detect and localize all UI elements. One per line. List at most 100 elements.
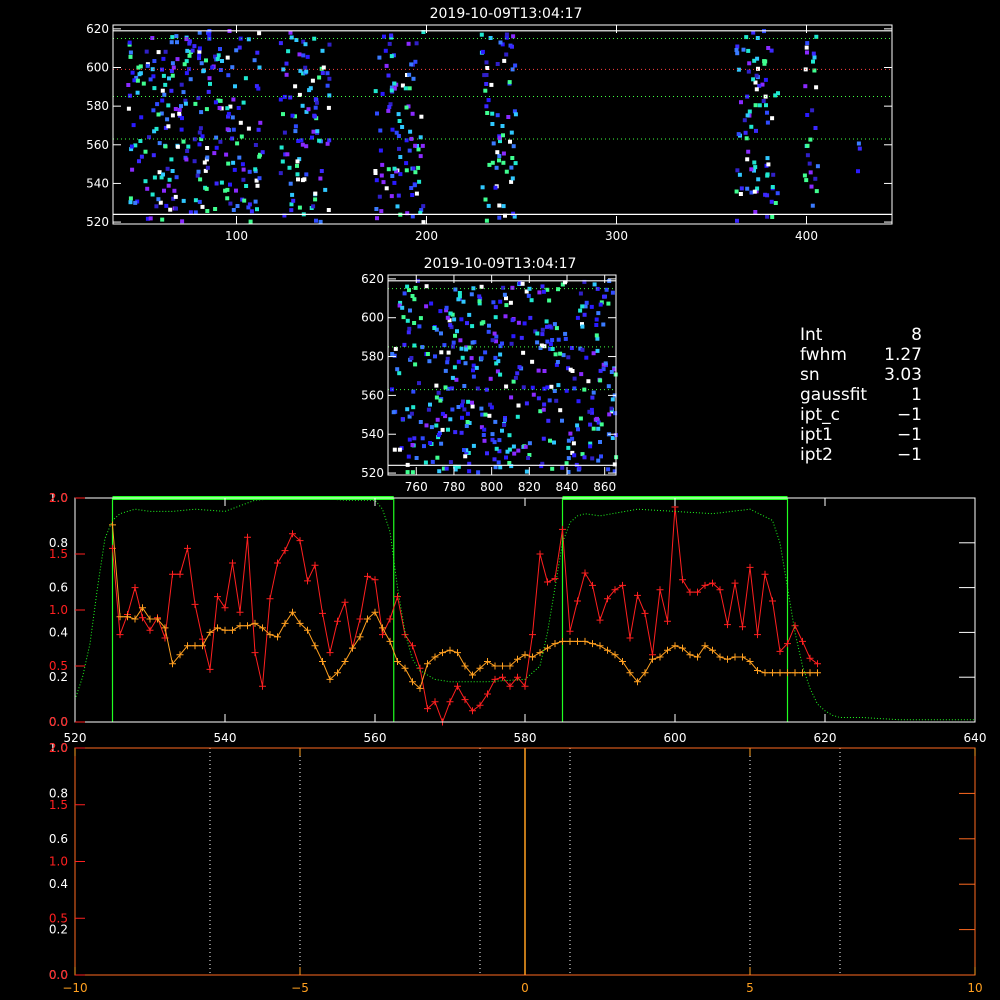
detector-pixel xyxy=(405,470,410,475)
detector-pixel xyxy=(474,365,479,370)
x-tick-label: 400 xyxy=(795,229,818,243)
detector-pixel xyxy=(169,88,174,93)
detector-pixel xyxy=(598,378,603,383)
detector-pixel xyxy=(435,455,440,460)
detector-pixel xyxy=(386,73,391,78)
detector-pixel xyxy=(389,33,394,38)
detector-pixel xyxy=(598,440,602,444)
detector-pixel xyxy=(459,430,464,435)
detector-pixel xyxy=(257,65,262,70)
detector-pixel xyxy=(406,454,411,459)
detector-pixel xyxy=(231,208,236,212)
detector-pixel xyxy=(312,36,317,41)
detector-pixel xyxy=(208,81,212,86)
detector-pixel xyxy=(471,374,476,379)
detector-pixel xyxy=(510,156,515,160)
detector-pixel xyxy=(247,169,252,174)
detector-pixel xyxy=(498,299,503,304)
detector-pixel xyxy=(498,40,503,45)
detector-pixel xyxy=(519,335,524,340)
detector-pixel xyxy=(805,153,810,158)
detector-pixel xyxy=(566,445,571,450)
detector-pixel xyxy=(540,327,545,332)
detector-pixel xyxy=(325,83,330,88)
detector-pixel xyxy=(400,417,405,422)
detector-pixel xyxy=(498,352,503,357)
detector-pixel xyxy=(602,294,606,299)
detector-pixel xyxy=(279,145,284,150)
detector-pixel xyxy=(301,53,306,58)
detector-pixel xyxy=(160,88,165,93)
detector-pixel xyxy=(483,197,488,202)
detector-pixel xyxy=(591,390,596,395)
x-tick-label: 300 xyxy=(605,229,628,243)
detector-pixel xyxy=(482,427,487,432)
detector-pixel xyxy=(452,365,457,370)
detector-pixel xyxy=(387,41,392,46)
x-tick-label: 640 xyxy=(964,731,987,745)
detector-pixel xyxy=(813,176,818,181)
detector-pixel xyxy=(391,410,396,415)
detector-pixel xyxy=(180,116,184,121)
detector-pixel xyxy=(466,399,471,404)
detector-pixel xyxy=(248,219,253,224)
detector-pixel xyxy=(508,139,512,144)
detector-pixel xyxy=(228,201,233,206)
detector-pixel xyxy=(199,110,204,115)
detector-pixel xyxy=(465,321,469,326)
detector-pixel xyxy=(434,383,439,388)
detector-pixel xyxy=(500,428,504,433)
detector-pixel xyxy=(426,407,431,412)
detector-pixel xyxy=(462,384,467,388)
x-tick-label: 800 xyxy=(480,480,503,494)
detector-pixel xyxy=(418,420,423,424)
detector-pixel xyxy=(460,355,465,360)
detector-pixel xyxy=(501,285,506,290)
detector-pixel xyxy=(511,211,516,216)
detector-pixel xyxy=(572,376,577,381)
detector-pixel xyxy=(813,126,818,130)
detector-pixel xyxy=(383,48,388,53)
detector-pixel xyxy=(253,143,258,147)
detector-pixel xyxy=(233,84,237,89)
detector-pixel xyxy=(152,175,157,180)
detector-pixel xyxy=(504,455,508,460)
detector-pixel xyxy=(467,312,472,317)
detector-pixel xyxy=(409,356,414,360)
detector-pixel xyxy=(234,188,238,193)
detector-pixel xyxy=(165,166,170,171)
detector-pixel xyxy=(425,352,430,356)
detector-pixel xyxy=(171,65,176,70)
detector-pixel xyxy=(166,103,171,108)
detector-pixel xyxy=(414,41,419,46)
detector-pixel xyxy=(428,441,433,445)
detector-pixel xyxy=(560,418,564,423)
detector-pixel xyxy=(568,431,573,436)
detector-pixel xyxy=(169,157,174,162)
detector-pixel xyxy=(168,207,173,212)
detector-pixel xyxy=(569,346,574,350)
detector-pixel xyxy=(542,369,547,373)
detector-pixel xyxy=(387,105,392,109)
red-scale-label: 1.5 xyxy=(49,547,68,561)
detector-pixel xyxy=(582,455,587,460)
info-key: sn xyxy=(800,365,820,385)
detector-pixel xyxy=(492,457,497,462)
detector-pixel xyxy=(483,412,488,417)
detector-pixel xyxy=(181,198,186,203)
detector-pixel xyxy=(430,459,435,464)
x-tick-label: 100 xyxy=(225,229,248,243)
detector-pixel xyxy=(225,106,230,111)
detector-pixel xyxy=(803,84,808,89)
detector-pixel xyxy=(218,68,223,72)
detector-pixel xyxy=(380,91,385,96)
detector-pixel xyxy=(590,395,595,400)
detector-pixel xyxy=(445,360,450,365)
detector-pixel xyxy=(483,350,488,355)
detector-pixel xyxy=(498,465,503,470)
detector-pixel xyxy=(304,144,309,149)
detector-pixel xyxy=(241,177,246,182)
detector-pixel xyxy=(231,97,236,102)
detector-pixel xyxy=(226,73,231,78)
detector-pixel xyxy=(151,108,156,113)
